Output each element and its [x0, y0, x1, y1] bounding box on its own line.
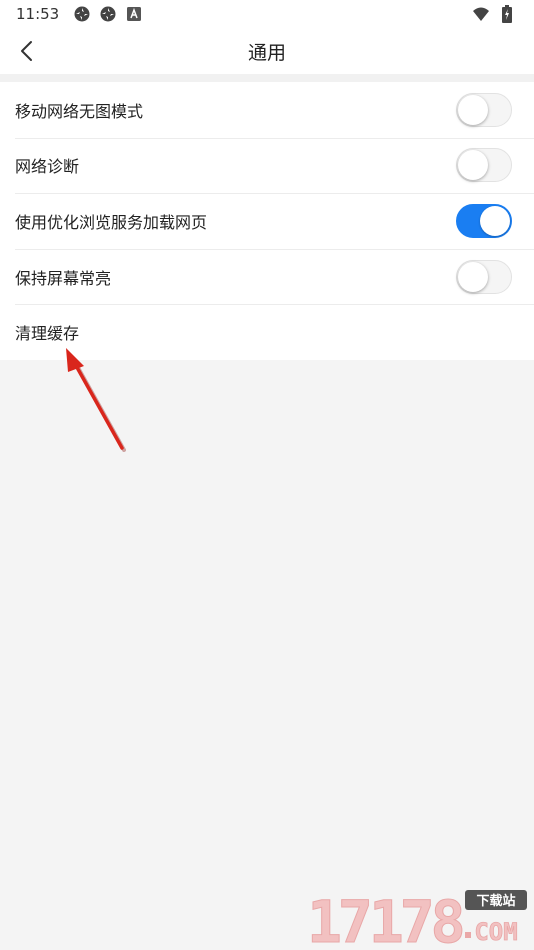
network-diagnosis-toggle[interactable]	[456, 148, 512, 183]
sync-icon	[73, 5, 91, 23]
battery-charging-icon	[498, 5, 516, 23]
optimized-browsing-toggle[interactable]	[456, 203, 512, 238]
setting-row-keep-screen-on[interactable]: 保持屏幕常亮	[0, 248, 534, 305]
keep-screen-on-toggle[interactable]	[456, 259, 512, 294]
status-time: 11:53	[16, 5, 60, 23]
page-title: 通用	[247, 41, 286, 64]
setting-row-no-image-mode[interactable]: 移动网络无图模式	[0, 82, 534, 138]
no-image-mode-toggle[interactable]	[456, 92, 512, 127]
toggle-knob	[458, 94, 488, 125]
notification-a-icon	[125, 5, 143, 23]
setting-row-network-diagnosis[interactable]: 网络诊断	[0, 137, 534, 194]
svg-text:17178: 17178	[307, 888, 463, 948]
settings-list: 移动网络无图模式 网络诊断 使用优化浏览服务加载网页 保持屏幕常亮 清理缓存	[0, 82, 534, 360]
setting-row-clear-cache[interactable]: 清理缓存	[0, 304, 534, 360]
setting-label: 移动网络无图模式	[15, 101, 144, 121]
setting-label: 使用优化浏览服务加载网页	[15, 212, 208, 232]
app-header: 通用	[0, 28, 534, 74]
toggle-knob	[458, 261, 488, 292]
header-separator	[0, 74, 534, 82]
toggle-knob	[458, 150, 488, 181]
chevron-left-icon	[21, 41, 32, 61]
wifi-icon	[472, 5, 490, 23]
setting-row-optimized-browsing[interactable]: 使用优化浏览服务加载网页	[0, 193, 534, 249]
setting-label: 清理缓存	[15, 324, 80, 344]
setting-label: 保持屏幕常亮	[15, 268, 112, 288]
toggle-knob	[480, 205, 510, 236]
status-bar: 11:53	[0, 0, 534, 28]
sync-icon	[99, 5, 117, 23]
site-watermark-logo: 17178 下载站 COM	[307, 888, 527, 948]
back-button[interactable]	[10, 34, 44, 68]
svg-text:下载站: 下载站	[476, 893, 515, 909]
status-right-group	[468, 5, 520, 23]
svg-text:COM: COM	[474, 918, 517, 946]
setting-label: 网络诊断	[15, 157, 80, 177]
